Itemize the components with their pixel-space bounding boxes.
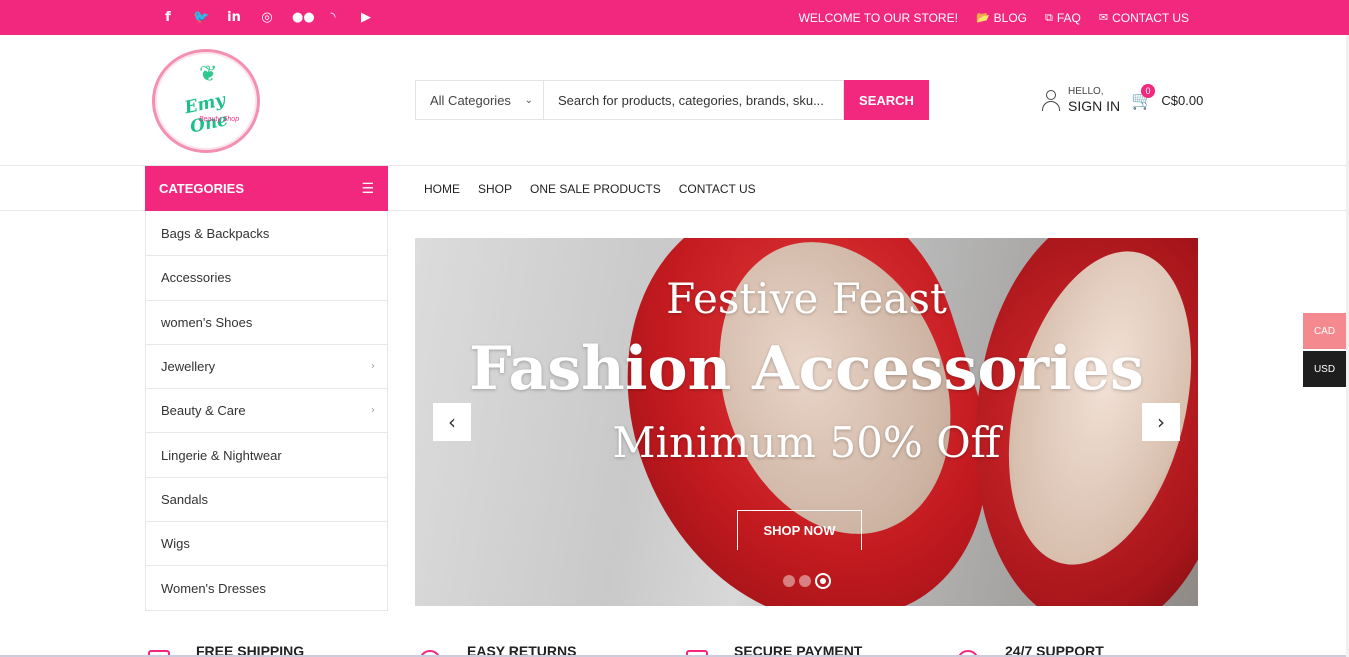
sign-in-text: SIGN IN (1068, 98, 1121, 114)
hello-text: HELLO, (1068, 86, 1104, 97)
faq-label: FAQ (1056, 10, 1081, 25)
slider-dots (783, 573, 831, 589)
search-button[interactable]: SEARCH (844, 80, 929, 120)
youtube-icon[interactable]: ▶ (358, 10, 374, 25)
category-item[interactable]: Beauty & Care › (146, 388, 387, 432)
user-icon (1040, 89, 1062, 111)
category-item[interactable]: Lingerie & Nightwear (146, 432, 387, 476)
category-item[interactable]: women's Shoes (146, 299, 387, 344)
category-item[interactable]: Jewellery › (146, 343, 387, 388)
slide-headline-2: Fashion Accessories (469, 334, 1144, 404)
nav-contact-us[interactable]: CONTACT US (679, 182, 756, 196)
currency-cad-button[interactable]: CAD (1303, 313, 1346, 349)
category-item[interactable]: Bags & Backpacks (146, 211, 387, 255)
category-item[interactable]: Sandals (146, 476, 387, 521)
blog-label: BLOG (993, 10, 1027, 25)
category-label: Sandals (161, 491, 208, 507)
category-item[interactable]: Wigs (146, 521, 387, 565)
linkedin-icon[interactable]: in (226, 10, 242, 25)
nav-shop[interactable]: SHOP (478, 182, 512, 196)
hero-slider: Festive Feast Fashion Accessories Minimu… (415, 238, 1198, 606)
slider-dot-active[interactable] (815, 573, 831, 589)
slider-prev-button[interactable]: ‹ (433, 403, 471, 441)
slider-dot[interactable] (783, 575, 795, 587)
facebook-icon[interactable]: f (160, 10, 176, 25)
nav-sale-products[interactable]: ONE SALE PRODUCTS (530, 182, 661, 196)
chevron-down-icon: ⌄ (524, 94, 533, 106)
category-label: Wigs (161, 536, 190, 552)
navigation-row: CATEGORIES ☰ HOME SHOP ONE SALE PRODUCTS… (0, 166, 1349, 211)
slide-headline-1: Festive Feast (666, 274, 947, 323)
top-links: WELCOME TO OUR STORE! 📂 BLOG ⧉ FAQ ✉ CON… (799, 0, 1189, 35)
folder-icon: 📂 (975, 11, 990, 24)
slider-next-button[interactable]: › (1142, 403, 1180, 441)
flickr-icon[interactable]: ●● (292, 10, 315, 25)
category-item[interactable]: Women's Dresses (146, 565, 387, 609)
welcome-text: WELCOME TO OUR STORE! (798, 10, 958, 25)
nav-home[interactable]: HOME (424, 182, 460, 196)
instagram-icon[interactable]: ◎ (259, 10, 275, 25)
contact-link[interactable]: ✉ CONTACT US (1099, 11, 1189, 25)
site-logo[interactable]: ❦ Emy One Beauty Shop (152, 49, 260, 153)
cart-count-badge: 0 (1141, 84, 1155, 98)
logo-brand: Emy One (182, 90, 230, 138)
category-label: Women's Dresses (161, 580, 266, 596)
category-label: Accessories (161, 270, 232, 286)
rss-icon[interactable]: ◝ (325, 10, 341, 25)
site-header: ❦ Emy One Beauty Shop All Categories ⌄ S… (0, 35, 1349, 166)
shop-now-button[interactable]: SHOP NOW (737, 510, 862, 550)
top-bar: f 🐦 in ◎ ●● ◝ ▶ WELCOME TO OUR STORE! 📂 … (0, 0, 1349, 35)
cart-icon: 🛒 0 (1131, 84, 1155, 111)
blog-link[interactable]: 📂 BLOG (976, 11, 1027, 25)
envelope-icon: ✉ (1098, 11, 1109, 24)
category-label: Lingerie & Nightwear (161, 447, 282, 463)
category-label: Jewellery (161, 359, 216, 375)
category-label: women's Shoes (161, 314, 253, 330)
contact-label: CONTACT US (1112, 10, 1189, 25)
categories-title: CATEGORIES (159, 181, 244, 196)
slider-dot[interactable] (799, 575, 811, 587)
twitter-icon[interactable]: 🐦 (193, 10, 209, 25)
main-nav: HOME SHOP ONE SALE PRODUCTS CONTACT US (424, 166, 756, 211)
faq-link[interactable]: ⧉ FAQ (1045, 11, 1081, 25)
leaf-icon: ❦ (199, 62, 218, 87)
category-label: Beauty & Care (161, 403, 246, 419)
copy-icon: ⧉ (1045, 10, 1053, 24)
category-label: Bags & Backpacks (161, 225, 270, 241)
chevron-right-icon: › (371, 361, 375, 373)
logo-subtitle: Beauty Shop (199, 116, 240, 123)
categories-toggle[interactable]: CATEGORIES ☰ (145, 166, 388, 211)
category-select-value: All Categories (430, 92, 511, 108)
chevron-left-icon: ‹ (448, 410, 456, 434)
currency-usd-button[interactable]: USD (1303, 351, 1346, 387)
search-bar: All Categories ⌄ SEARCH (415, 80, 929, 120)
category-list: Bags & Backpacks Accessories women's Sho… (145, 211, 388, 611)
category-item[interactable]: Accessories (146, 255, 387, 299)
cart-amount: C$0.00 (1161, 93, 1204, 108)
menu-icon: ☰ (361, 180, 374, 197)
cart-link[interactable]: 🛒 0 C$0.00 (1131, 84, 1204, 111)
social-links: f 🐦 in ◎ ●● ◝ ▶ (160, 0, 374, 35)
chevron-right-icon: › (1157, 410, 1165, 434)
slide-headline-3: Minimum 50% Off (612, 418, 1001, 467)
chevron-right-icon: › (371, 405, 375, 417)
account-link[interactable]: HELLO, SIGN IN (1040, 87, 1120, 113)
search-input[interactable] (544, 80, 844, 120)
category-select[interactable]: All Categories ⌄ (415, 80, 544, 120)
